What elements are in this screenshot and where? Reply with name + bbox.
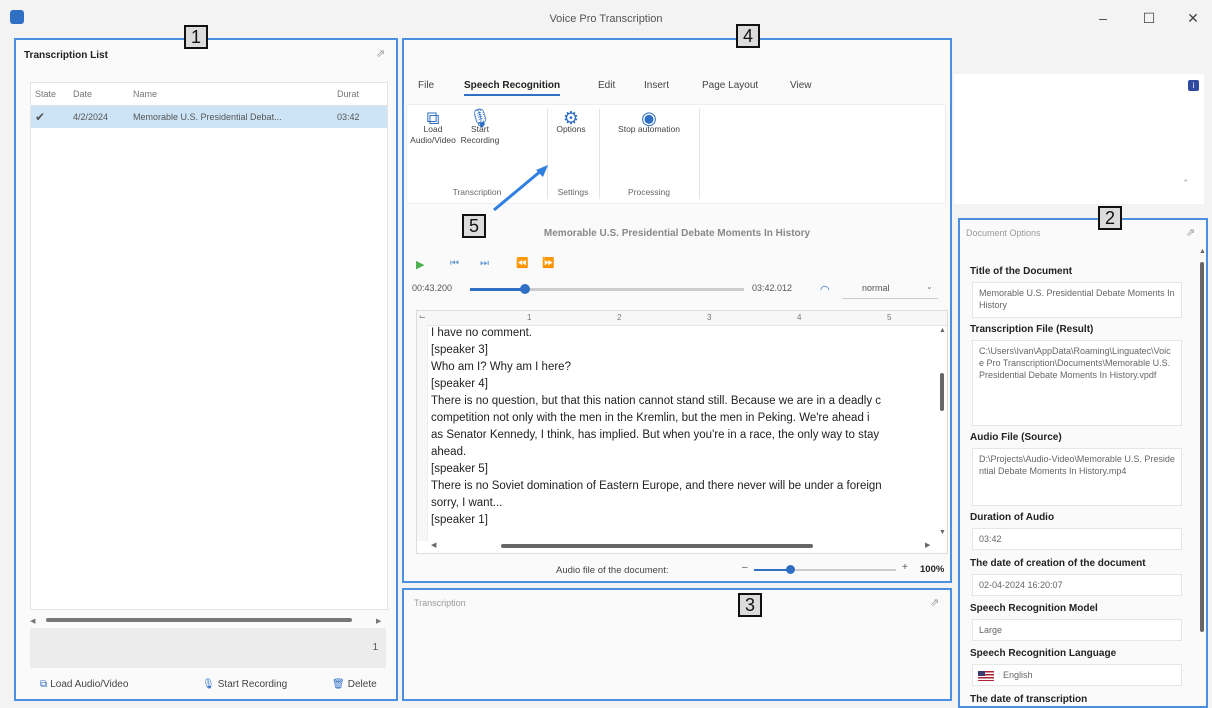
callout-frame-1	[14, 38, 398, 701]
collapse-ribbon-icon[interactable]: ⌃	[1182, 178, 1190, 189]
title-bar: Voice Pro Transcription – ☐ ✕	[0, 0, 1212, 36]
callout-frame-3	[402, 588, 952, 701]
callout-frame-2	[958, 218, 1208, 708]
maximize-button[interactable]: ☐	[1134, 8, 1164, 28]
callout-number-3: 3	[738, 593, 762, 617]
callout-number-5: 5	[462, 214, 486, 238]
callout-number-4: 4	[736, 24, 760, 48]
close-button[interactable]: ✕	[1178, 8, 1208, 28]
callout-number-2: 2	[1098, 206, 1122, 230]
callout-number-1: 1	[184, 25, 208, 49]
info-icon[interactable]: i	[1188, 80, 1199, 91]
minimize-button[interactable]: –	[1088, 8, 1118, 28]
ribbon-extension: i ⌃	[954, 74, 1204, 204]
callout-frame-4	[402, 38, 952, 583]
window-title: Voice Pro Transcription	[549, 13, 663, 25]
arrow-pointer	[493, 165, 548, 212]
